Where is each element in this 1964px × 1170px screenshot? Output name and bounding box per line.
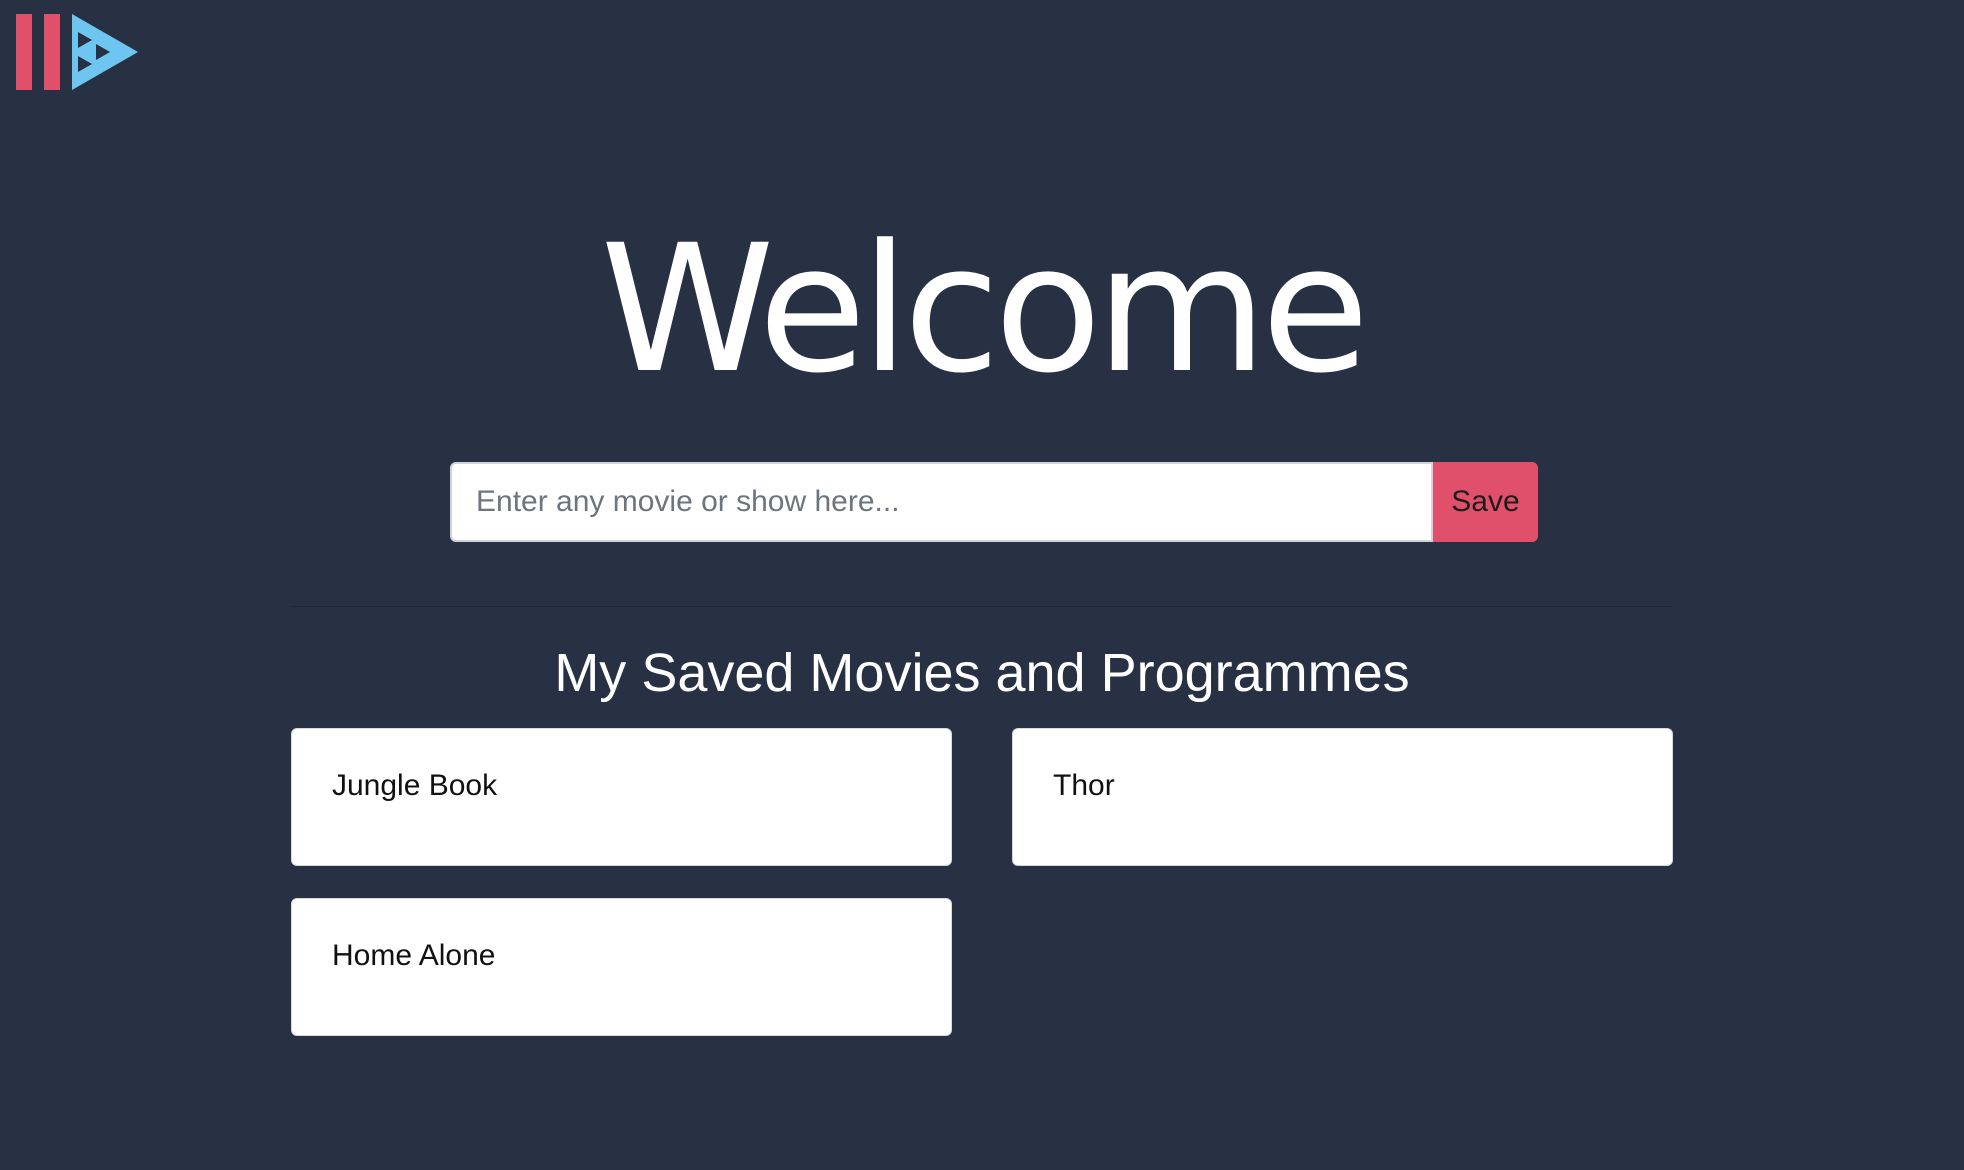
save-button[interactable]: Save <box>1433 462 1538 542</box>
saved-item-card[interactable]: Home Alone <box>291 898 952 1036</box>
play-pause-logo-icon[interactable] <box>16 14 140 90</box>
saved-item-card[interactable]: Thor <box>1012 728 1673 866</box>
search-input[interactable] <box>450 462 1433 542</box>
saved-item-title: Thor <box>1053 769 1115 802</box>
search-bar: Save <box>450 462 1538 542</box>
divider <box>291 606 1673 607</box>
saved-section-heading: My Saved Movies and Programmes <box>554 643 1410 703</box>
page-title: Welcome <box>600 207 1369 412</box>
page: Welcome Save My Saved Movies and Program… <box>0 0 1964 1170</box>
saved-item-title: Jungle Book <box>332 769 498 802</box>
saved-item-title: Home Alone <box>332 939 496 972</box>
saved-item-card[interactable]: Jungle Book <box>291 728 952 866</box>
